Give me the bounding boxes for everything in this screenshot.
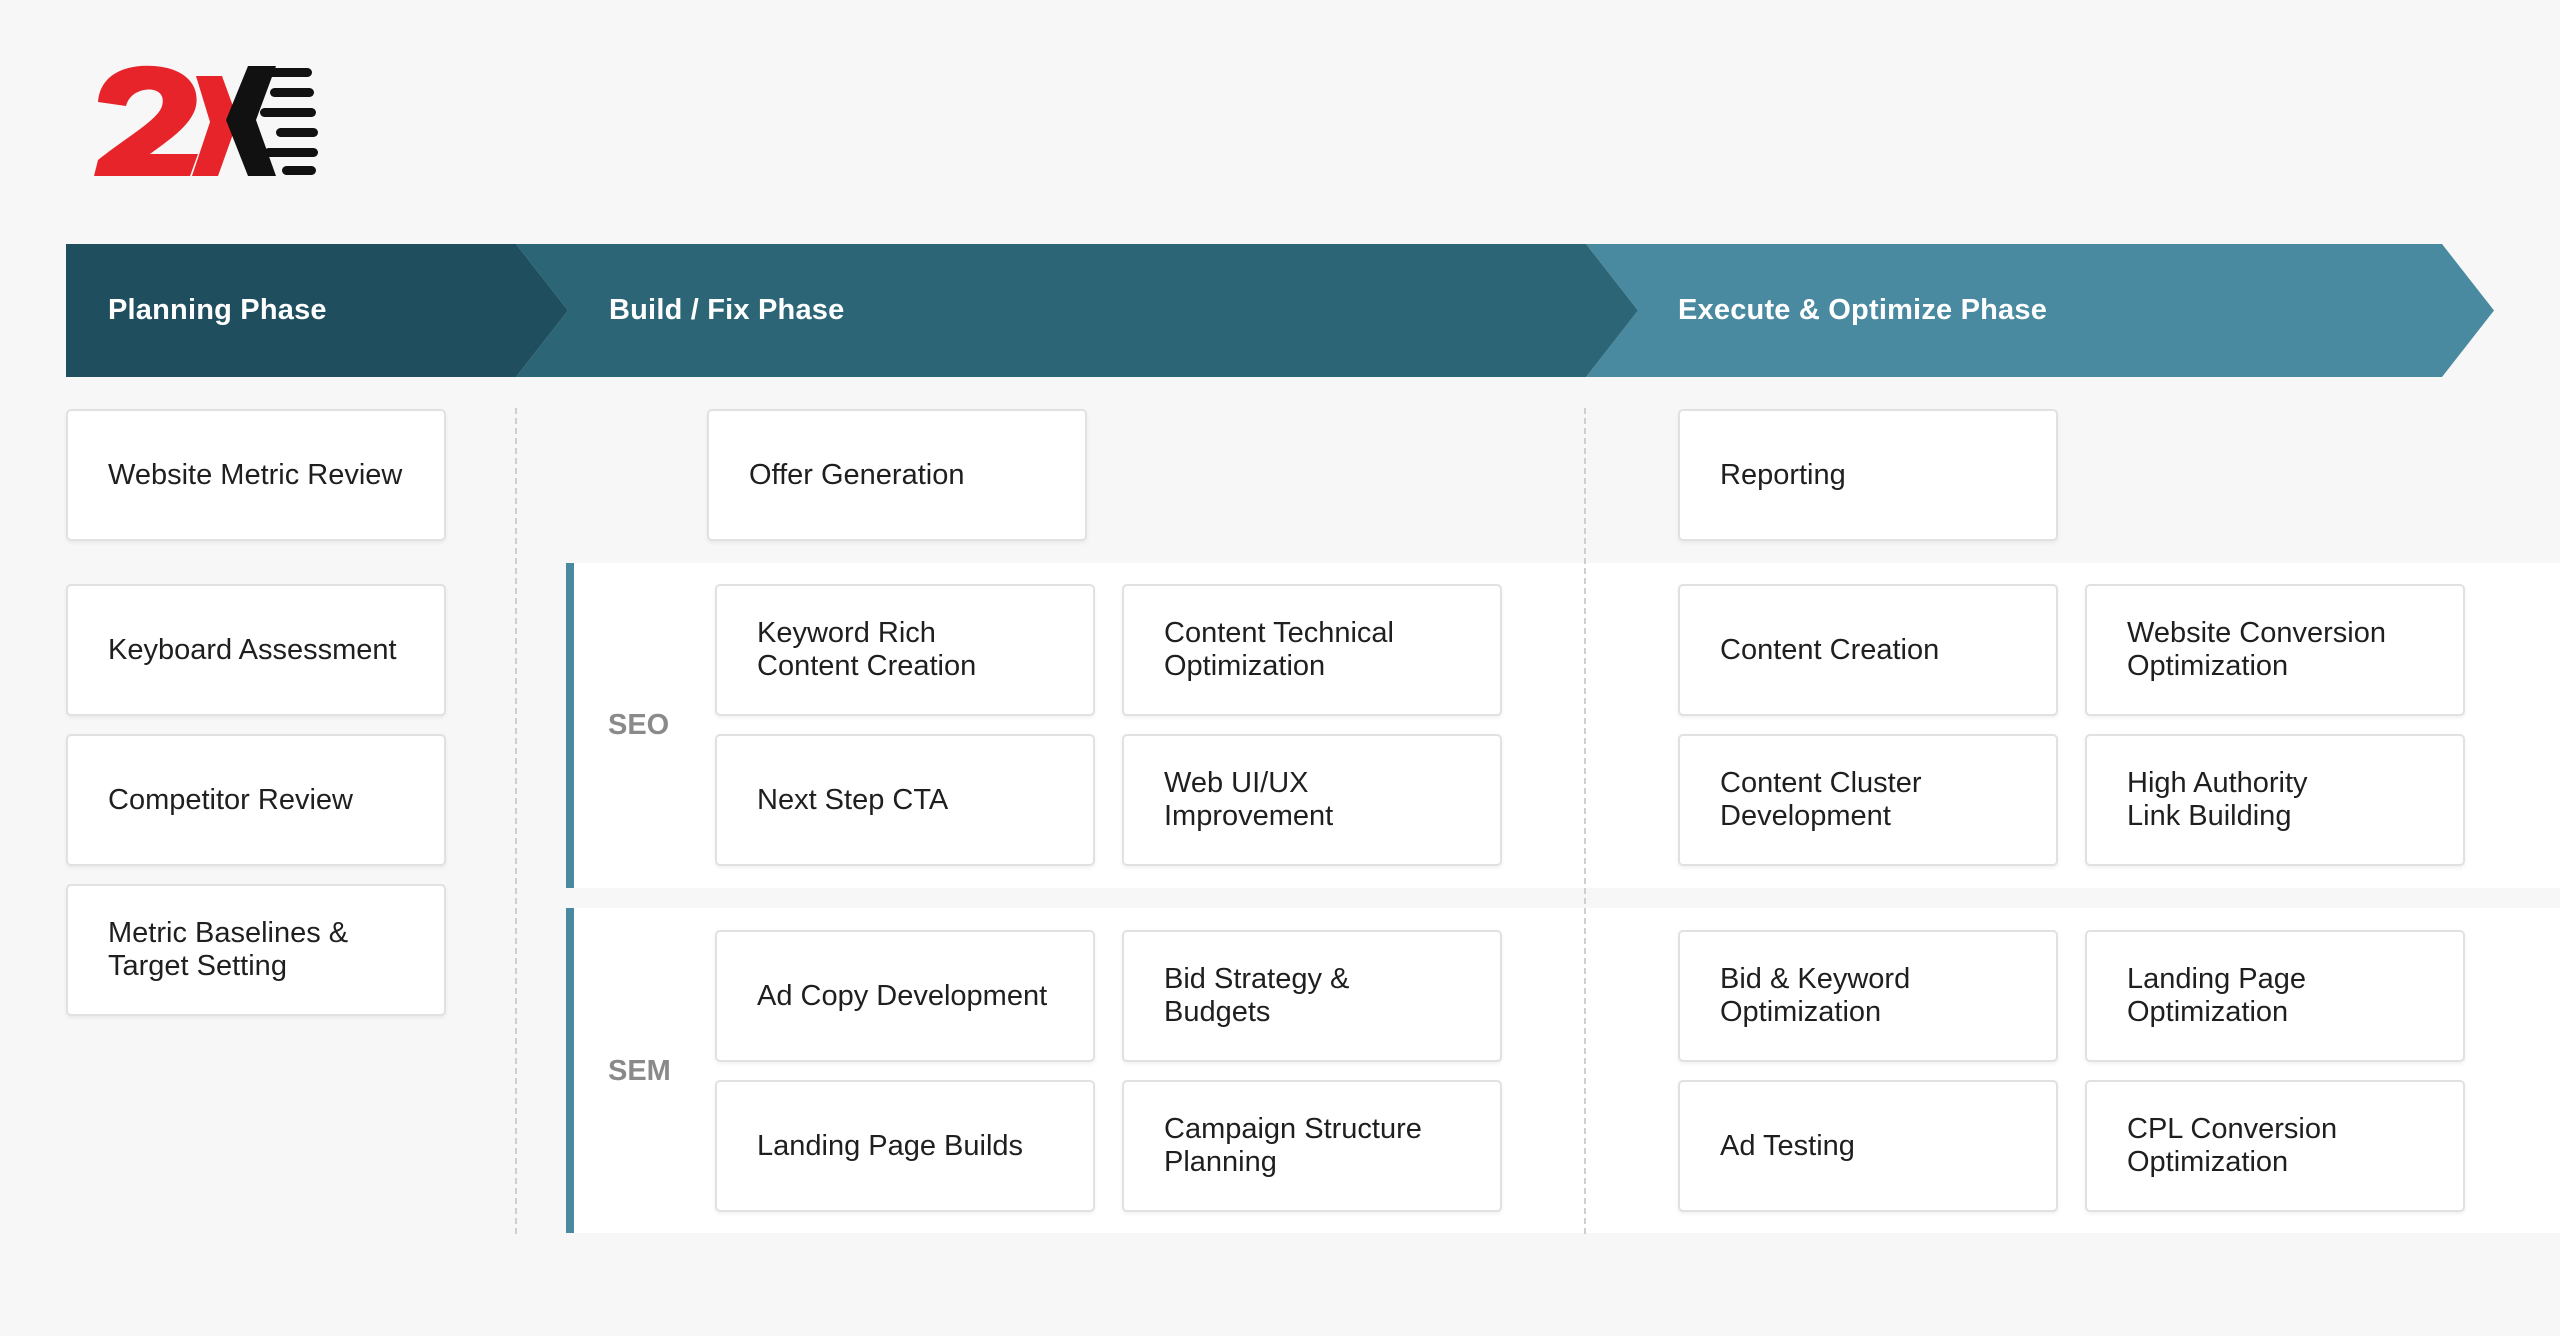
phase-label-execute: Execute & Optimize Phase bbox=[1678, 294, 2048, 326]
build-divider bbox=[1584, 408, 1586, 1234]
card-content-cluster-development: Content Cluster Development bbox=[1678, 734, 2058, 866]
section-label-sem: SEM bbox=[608, 1054, 671, 1087]
sem-row-accent bbox=[566, 908, 574, 1233]
card-ad-testing: Ad Testing bbox=[1678, 1080, 2058, 1212]
phase-bar: Planning Phase Build / Fix Phase Execute… bbox=[66, 244, 2494, 377]
seo-row-accent bbox=[566, 563, 574, 888]
card-metric-baselines: Metric Baselines & Target Setting bbox=[66, 884, 446, 1016]
logo-x-black-shape bbox=[226, 66, 276, 176]
card-reporting: Reporting bbox=[1678, 409, 2058, 541]
brand-logo bbox=[94, 65, 318, 176]
card-next-step-cta: Next Step CTA bbox=[715, 734, 1095, 866]
card-content-technical-optimization: Content Technical Optimization bbox=[1122, 584, 1502, 716]
planning-divider bbox=[515, 408, 517, 1234]
card-website-conversion-optimization: Website Conversion Optimization bbox=[2085, 584, 2465, 716]
card-content-creation: Content Creation bbox=[1678, 584, 2058, 716]
card-keyword-rich-content: Keyword Rich Content Creation bbox=[715, 584, 1095, 716]
card-website-metric-review: Website Metric Review bbox=[66, 409, 446, 541]
card-ad-copy-development: Ad Copy Development bbox=[715, 930, 1095, 1062]
section-label-seo: SEO bbox=[608, 708, 670, 741]
logo-two-shape bbox=[94, 65, 198, 176]
card-cpl-conversion-optimization: CPL Conversion Optimization bbox=[2085, 1080, 2465, 1212]
card-offer-generation: Offer Generation bbox=[707, 409, 1087, 541]
card-high-authority-link-building: High Authority Link Building bbox=[2085, 734, 2465, 866]
phase-label-build: Build / Fix Phase bbox=[609, 294, 845, 326]
card-campaign-structure-planning: Campaign Structure Planning bbox=[1122, 1080, 1502, 1212]
card-landing-page-optimization: Landing Page Optimization bbox=[2085, 930, 2465, 1062]
card-landing-page-builds: Landing Page Builds bbox=[715, 1080, 1095, 1212]
card-keyboard-assessment: Keyboard Assessment bbox=[66, 584, 446, 716]
phase-label-planning: Planning Phase bbox=[108, 294, 327, 326]
card-bid-keyword-optimization: Bid & Keyword Optimization bbox=[1678, 930, 2058, 1062]
card-web-ui-ux-improvement: Web UI/UX Improvement bbox=[1122, 734, 1502, 866]
card-competitor-review: Competitor Review bbox=[66, 734, 446, 866]
card-bid-strategy-budgets: Bid Strategy & Budgets bbox=[1122, 930, 1502, 1062]
